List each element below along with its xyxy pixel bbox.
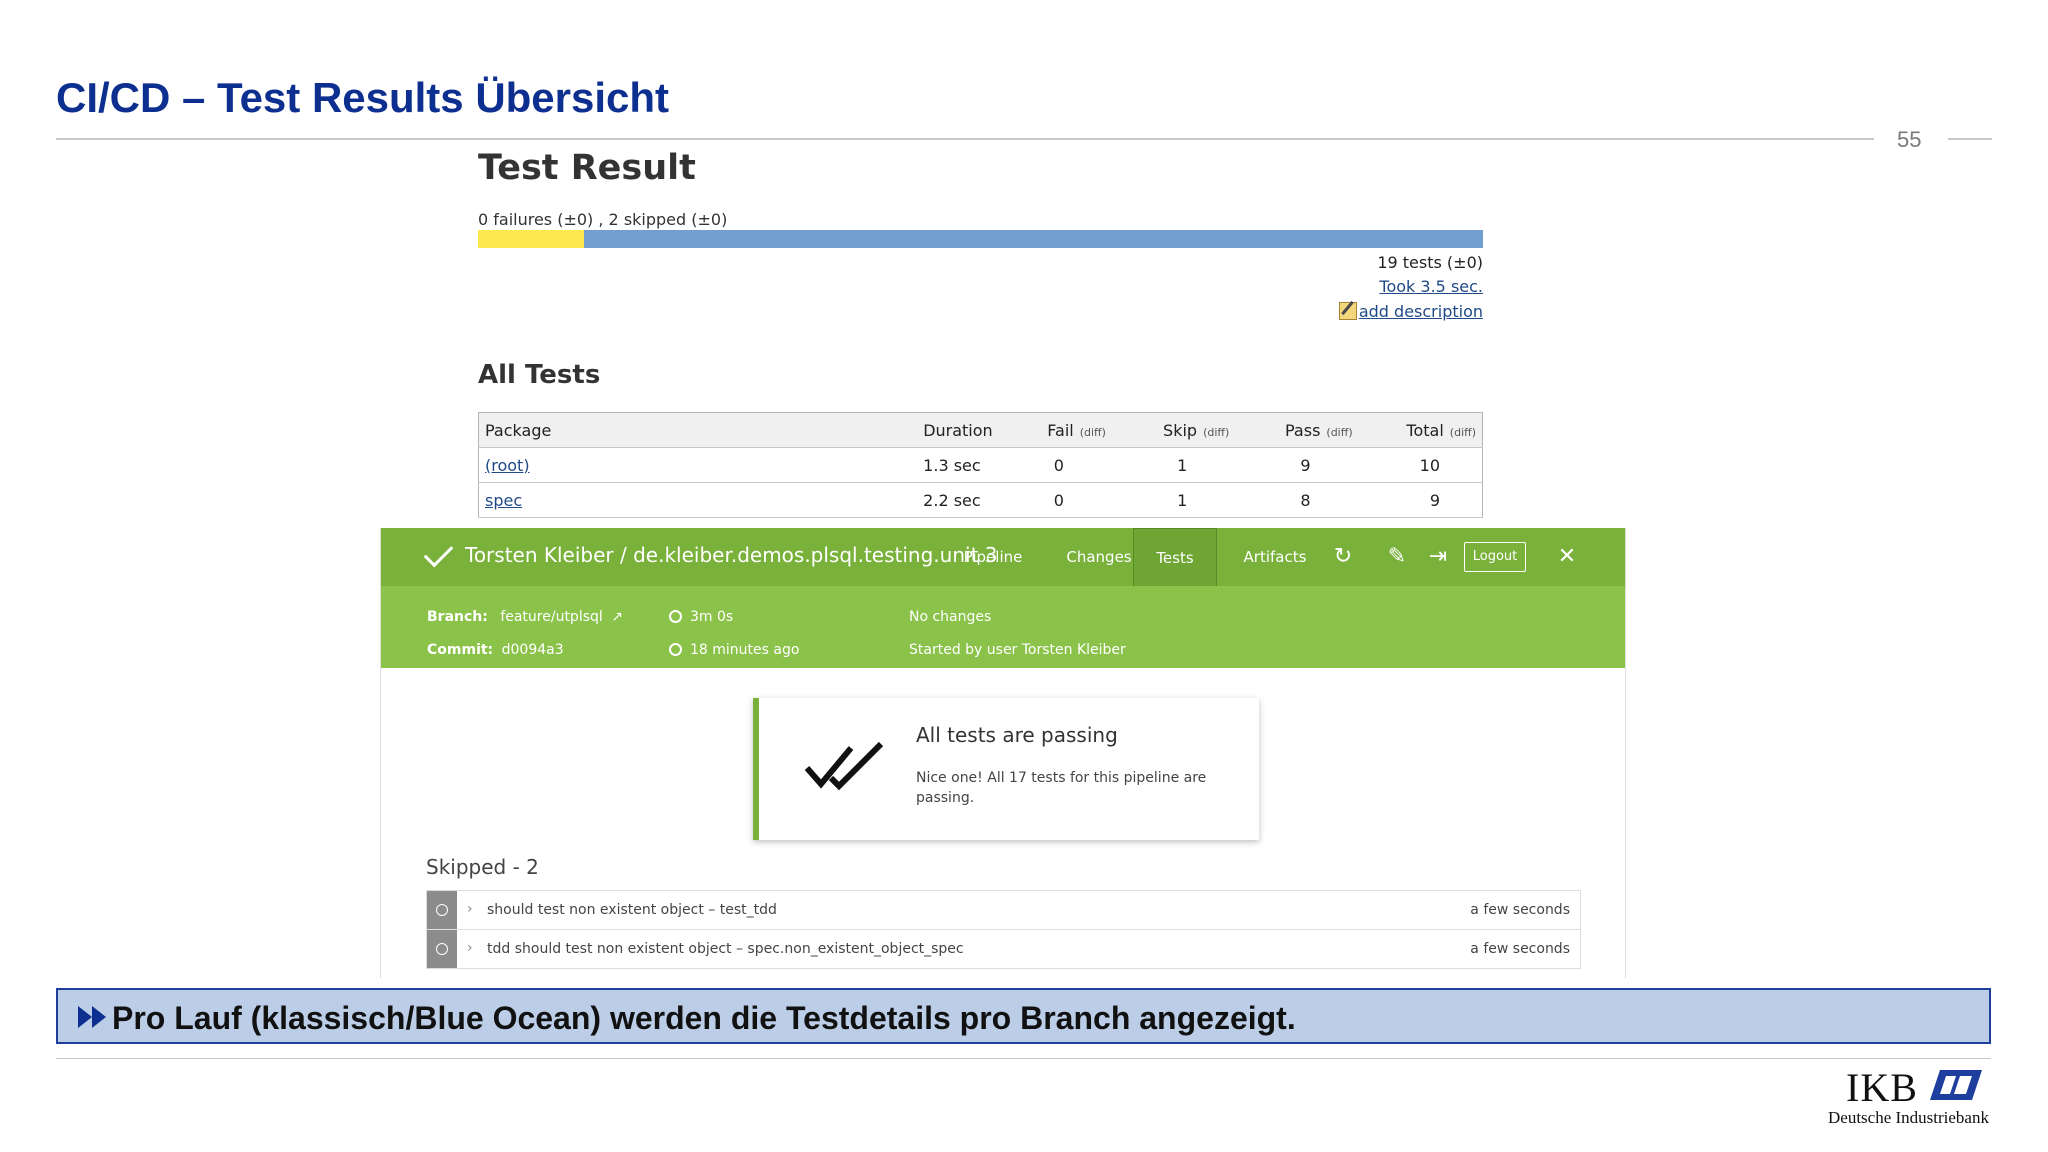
- skipped-test-name: should test non existent object – test_t…: [487, 902, 777, 918]
- exit-icon[interactable]: ⇥: [1426, 545, 1450, 569]
- table-row: spec 2.2 sec 0 1 8 9: [478, 482, 1483, 518]
- skipped-bar-segment: [478, 230, 584, 248]
- external-link-icon[interactable]: ↗: [611, 609, 623, 625]
- column-header-pass[interactable]: Pass (diff): [1235, 412, 1359, 448]
- time-info: 18 minutes ago: [669, 642, 799, 658]
- column-header-fail[interactable]: Fail (diff): [998, 412, 1112, 448]
- fail-cell: 0: [998, 482, 1112, 518]
- diff-label: (diff): [1079, 425, 1106, 439]
- started-by: Started by user Torsten Kleiber: [909, 642, 1126, 658]
- page-number-rule: [1948, 138, 1992, 140]
- package-link[interactable]: (root): [485, 456, 530, 475]
- skipped-status-icon: [427, 930, 457, 968]
- double-check-icon: [804, 741, 884, 791]
- package-link[interactable]: spec: [485, 491, 522, 510]
- logout-button[interactable]: Logout: [1464, 542, 1526, 572]
- diff-label: (diff): [1203, 425, 1230, 439]
- total-cell: 9: [1358, 482, 1483, 518]
- page-number: 55: [1897, 127, 1922, 152]
- branch-label: Branch:: [427, 609, 488, 625]
- skip-cell: 1: [1111, 482, 1236, 518]
- pass-cell: 9: [1235, 447, 1359, 483]
- skip-label: Skip: [1163, 420, 1198, 440]
- footer-rule: [56, 1058, 1991, 1059]
- took-link-text[interactable]: Took 3.5 sec.: [1379, 277, 1483, 296]
- branch-info: Branch: feature/utplsql ↗: [427, 609, 623, 625]
- tab-tests[interactable]: Tests: [1133, 528, 1217, 586]
- tests-passing-card: All tests are passing Nice one! All 17 t…: [753, 698, 1259, 840]
- check-icon: [423, 537, 454, 568]
- run-title: Torsten Kleiber / de.kleiber.demos.plsql…: [465, 543, 998, 567]
- close-icon[interactable]: ✕: [1555, 545, 1579, 569]
- commit-info: Commit: d0094a3: [427, 642, 564, 658]
- time-ago: 18 minutes ago: [690, 642, 800, 658]
- fail-label: Fail: [1047, 420, 1074, 440]
- clock-icon: [669, 643, 682, 656]
- tab-pipeline[interactable]: Pipeline: [951, 528, 1035, 586]
- table-row: (root) 1.3 sec 0 1 9 10: [478, 447, 1483, 483]
- timer-icon: [669, 610, 682, 623]
- table-header: Package Duration Fail (diff) Skip (diff) P…: [478, 412, 1483, 448]
- all-tests-table: Package Duration Fail (diff) Skip (diff) P…: [478, 412, 1483, 518]
- column-header-total[interactable]: Total (diff): [1358, 412, 1483, 448]
- fail-cell: 0: [998, 447, 1112, 483]
- duration-cell: 1.3 sec: [875, 447, 999, 483]
- column-header-package[interactable]: Package: [478, 412, 876, 448]
- duration-cell: 2.2 sec: [875, 482, 999, 518]
- changes-info: No changes: [909, 609, 992, 625]
- skipped-test-name: tdd should test non existent object – sp…: [487, 941, 964, 957]
- callout-text: Pro Lauf (klassisch/Blue Ocean) werden d…: [112, 1000, 1296, 1036]
- ikb-logo-mark: [1930, 1070, 1982, 1100]
- title-rule: [56, 138, 1874, 140]
- callout-box: Pro Lauf (klassisch/Blue Ocean) werden d…: [56, 988, 1991, 1044]
- pass-label: Pass: [1285, 420, 1321, 440]
- add-description-link[interactable]: add description: [1338, 302, 1483, 321]
- all-tests-heading: All Tests: [478, 360, 601, 390]
- skipped-test-row[interactable]: › should test non existent object – test…: [426, 890, 1581, 930]
- duration-info: 3m 0s: [669, 609, 733, 625]
- bank-name: Deutsche Industriebank: [1828, 1108, 1989, 1127]
- slide-title: CI/CD – Test Results Übersicht: [56, 74, 670, 121]
- run-details: Branch: feature/utplsql ↗ Commit: d0094a…: [381, 586, 1625, 668]
- test-summary: 0 failures (±0) , 2 skipped (±0): [478, 210, 728, 229]
- package-cell[interactable]: (root): [478, 447, 876, 483]
- diff-label: (diff): [1449, 425, 1476, 439]
- note-icon: [1338, 302, 1357, 320]
- total-cell: 10: [1358, 447, 1483, 483]
- skipped-heading: Skipped - 2: [426, 855, 539, 879]
- skipped-status-icon: [427, 891, 457, 929]
- package-cell[interactable]: spec: [478, 482, 876, 518]
- rerun-icon[interactable]: ↻: [1331, 545, 1355, 569]
- diff-label: (diff): [1326, 425, 1353, 439]
- column-header-duration[interactable]: Duration: [875, 412, 999, 448]
- skipped-test-row[interactable]: › tdd should test non existent object – …: [426, 929, 1581, 969]
- chevron-right-icon[interactable]: ›: [467, 940, 473, 956]
- run-header: Torsten Kleiber / de.kleiber.demos.plsql…: [381, 528, 1625, 586]
- chevron-right-icon[interactable]: ›: [467, 901, 473, 917]
- double-arrow-icon: [78, 1006, 106, 1028]
- total-label: Total: [1406, 420, 1444, 440]
- took-link[interactable]: Took 3.5 sec.: [1379, 277, 1483, 296]
- add-description-text[interactable]: add description: [1359, 302, 1483, 321]
- commit-label: Commit:: [427, 642, 494, 658]
- duration-value: 3m 0s: [690, 609, 734, 625]
- passing-title: All tests are passing: [916, 723, 1118, 747]
- ikb-logo-text: IKB: [1846, 1065, 1918, 1110]
- column-header-skip[interactable]: Skip (diff): [1111, 412, 1236, 448]
- edit-icon[interactable]: ✎: [1385, 545, 1409, 569]
- passing-text: Nice one! All 17 tests for this pipeline…: [916, 770, 1207, 806]
- blue-ocean-panel: Torsten Kleiber / de.kleiber.demos.plsql…: [380, 528, 1626, 978]
- commit-value: d0094a3: [501, 642, 564, 658]
- tests-count: 19 tests (±0): [1377, 253, 1483, 272]
- test-result-bar: [478, 230, 1483, 248]
- tab-artifacts[interactable]: Artifacts: [1225, 528, 1325, 586]
- skipped-test-time: a few seconds: [1470, 902, 1570, 918]
- skipped-test-time: a few seconds: [1470, 941, 1570, 957]
- pass-cell: 8: [1235, 482, 1359, 518]
- skip-cell: 1: [1111, 447, 1236, 483]
- branch-value[interactable]: feature/utplsql: [500, 609, 602, 625]
- test-result-heading: Test Result: [478, 148, 696, 188]
